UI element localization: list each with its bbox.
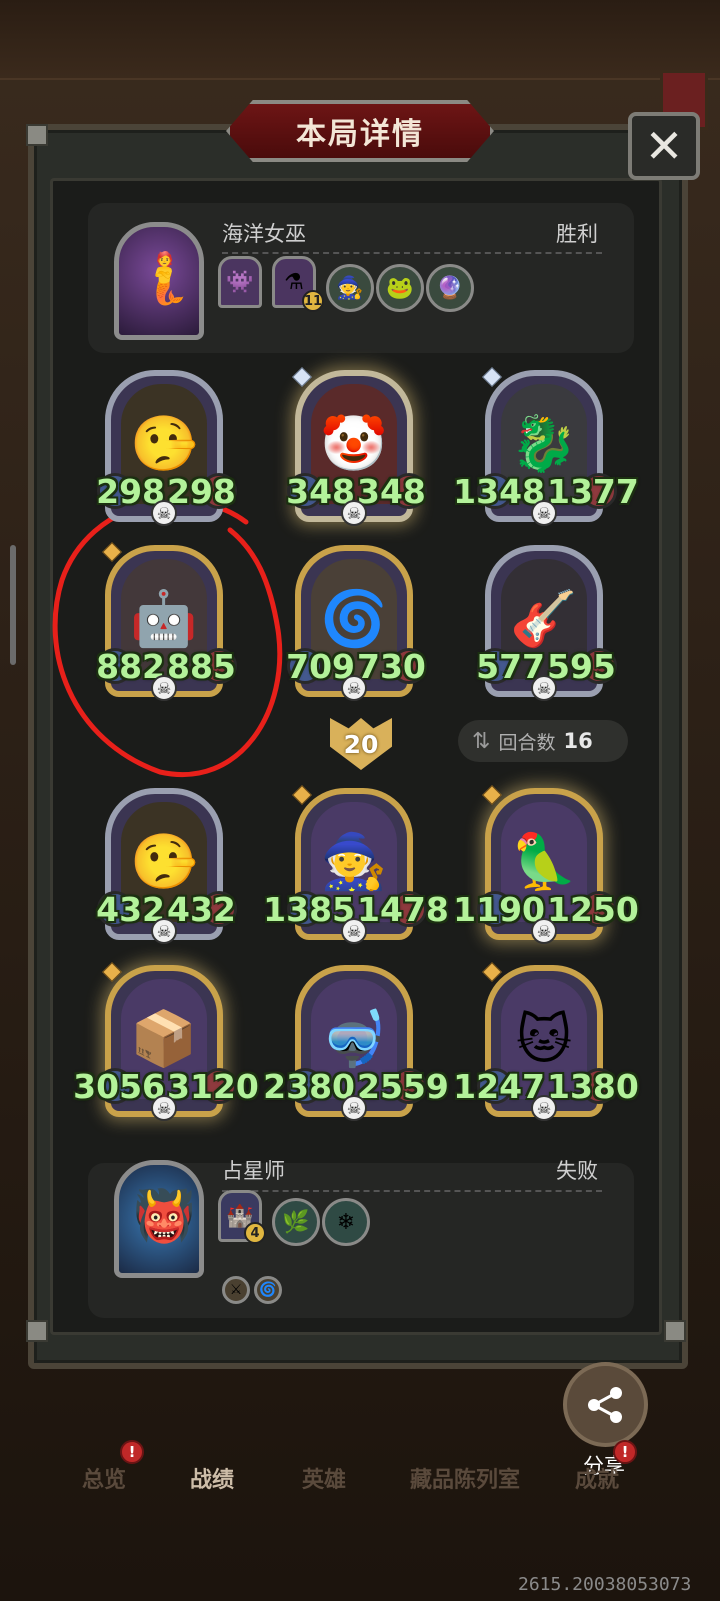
winner-stone-dragon-attack: 1348 <box>453 472 545 511</box>
astrologer-avatar-icon: 👹 <box>133 1187 196 1245</box>
rounds-value: 16 <box>563 729 593 753</box>
skull-icon: ☠ <box>151 500 177 526</box>
skull-icon: ☠ <box>531 1095 557 1121</box>
winner-name: 海洋女巫 <box>222 222 306 246</box>
alert-badge: ! <box>120 1440 144 1464</box>
loser-ghost-cat-attack: 1247 <box>453 1067 545 1106</box>
skull-icon: ☠ <box>341 675 367 701</box>
windmill-icon: 🌀 <box>320 587 388 650</box>
nav-tab-5[interactable]: 成就 <box>575 1462 619 1494</box>
nav-tab-2[interactable]: 战绩 <box>190 1462 234 1494</box>
skull-icon: ☠ <box>151 675 177 701</box>
share-button[interactable] <box>563 1362 648 1447</box>
teal-orb-spell-icon[interactable]: 🔮 <box>426 264 474 312</box>
nav-tab-1[interactable]: 总览 <box>82 1462 126 1494</box>
match-details-screen: 本局详情 ✕ 🧜 海洋女巫 胜利 20 ⇅ 回合数 16 👹 占星师 失败 分享… <box>0 0 720 1601</box>
loser-clockwork-crate-health: 3120 <box>167 1067 259 1106</box>
loser-diving-helmet-puppet-attack: 2380 <box>263 1067 355 1106</box>
winner-pinocchio-health: 298 <box>167 472 236 511</box>
green-vine-spell-icon[interactable]: 🌿 <box>272 1198 320 1246</box>
skull-icon: ☠ <box>531 918 557 944</box>
sea-witch-portrait[interactable]: 🧜 <box>114 222 204 340</box>
pinocchio-icon: 🤥 <box>130 830 198 893</box>
skull-icon: ☠ <box>151 918 177 944</box>
skull-icon: ☠ <box>341 500 367 526</box>
share-icon <box>587 1386 622 1423</box>
winner-windmill-health: 730 <box>357 647 426 686</box>
level-badge: 4 <box>244 1222 266 1244</box>
loser-star-wizard-attack: 1385 <box>263 890 355 929</box>
winner-robot-golem-health: 885 <box>167 647 236 686</box>
level-badge: 11 <box>302 290 324 312</box>
alert-badge: ! <box>613 1440 637 1464</box>
purple-monster-trinket-icon[interactable]: 👾 <box>218 256 262 308</box>
clockwork-crate-icon: 📦 <box>130 1007 198 1070</box>
skull-icon: ☠ <box>341 1095 367 1121</box>
frame-corner-rivet <box>26 124 48 146</box>
winner-jester-clown-health: 348 <box>357 472 426 511</box>
pinocchio-icon: 🤥 <box>130 412 198 475</box>
nav-tab-3[interactable]: 英雄 <box>302 1462 346 1494</box>
green-creature-spell-icon[interactable]: 🐸 <box>376 264 424 312</box>
snowflake-spell-icon[interactable]: ❄ <box>322 1198 370 1246</box>
astrologer-portrait[interactable]: 👹 <box>114 1160 204 1278</box>
scrollbar[interactable] <box>10 545 16 665</box>
loser-star-wizard-health: 1478 <box>357 890 449 929</box>
nav-tab-4[interactable]: 藏品陈列室 <box>410 1462 520 1494</box>
close-button[interactable]: ✕ <box>628 112 700 180</box>
old-witch-spell-icon[interactable]: 🧙 <box>326 264 374 312</box>
divider <box>222 252 602 254</box>
rounds-counter: ⇅ 回合数 16 <box>458 720 628 762</box>
skull-icon: ☠ <box>531 500 557 526</box>
winner-stone-dragon-health: 1377 <box>547 472 639 511</box>
loser-green-phoenix-attack: 1190 <box>453 890 545 929</box>
winner-result: 胜利 <box>556 222 598 246</box>
divider <box>222 1190 602 1192</box>
star-wizard-icon: 🧙 <box>320 830 388 893</box>
gold-swirl-icon[interactable]: 🌀 <box>254 1276 282 1304</box>
loser-clockwork-crate-attack: 3056 <box>73 1067 165 1106</box>
swap-arrows-icon: ⇅ <box>472 728 491 754</box>
robot-golem-icon: 🤖 <box>130 587 198 650</box>
green-phoenix-icon: 🦜 <box>510 830 578 893</box>
footer-id: 2615.20038053073 <box>518 1574 692 1595</box>
diving-helmet-puppet-icon: 🤿 <box>320 1007 388 1070</box>
skull-icon: ☠ <box>151 1095 177 1121</box>
jester-clown-icon: 🤡 <box>320 412 388 475</box>
page-title: 本局详情 <box>296 117 424 152</box>
loser-ghost-cat-health: 1380 <box>547 1067 639 1106</box>
loser-green-phoenix-health: 1250 <box>547 890 639 929</box>
skull-icon: ☠ <box>341 918 367 944</box>
loser-name: 占星师 <box>222 1159 285 1183</box>
loser-diving-helmet-puppet-health: 2559 <box>357 1067 449 1106</box>
wood-header-background <box>0 0 720 80</box>
skull-icon: ☠ <box>531 675 557 701</box>
crossed-swords-icon[interactable]: ⚔ <box>222 1276 250 1304</box>
close-icon: ✕ <box>644 119 684 173</box>
ghost-cat-icon: 🐱 <box>515 1007 573 1071</box>
sea-witch-avatar-icon: 🧜 <box>133 249 196 307</box>
winner-guitar-rocker-health: 595 <box>547 647 616 686</box>
guitar-rocker-icon: 🎸 <box>510 587 578 650</box>
frame-corner-rivet <box>664 1320 686 1342</box>
frame-corner-rivet <box>26 1320 48 1342</box>
loser-pinocchio-health: 432 <box>167 890 236 929</box>
turn-number: 20 <box>343 729 379 759</box>
loser-result: 失败 <box>556 1159 598 1183</box>
stone-dragon-icon: 🐉 <box>510 412 578 475</box>
rounds-label: 回合数 <box>498 731 556 754</box>
